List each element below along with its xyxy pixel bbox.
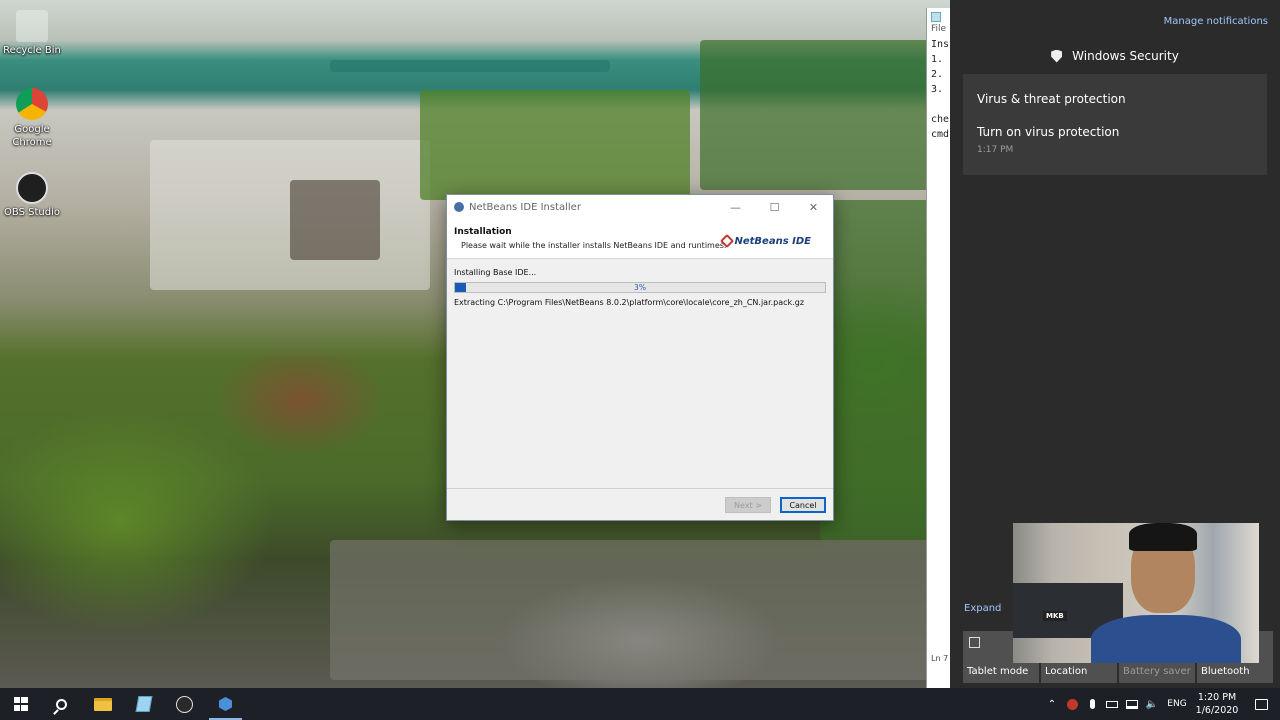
obs-icon — [16, 172, 48, 204]
clock-time: 1:20 PM — [1197, 692, 1237, 703]
notepad-icon — [135, 696, 152, 712]
notepad-status: Ln 7 — [931, 654, 949, 663]
desktop-icon-label: Google Chrome — [12, 124, 52, 148]
close-button[interactable]: ✕ — [794, 195, 833, 219]
tray-power-icon[interactable] — [1102, 688, 1122, 720]
obs-icon — [176, 695, 193, 713]
taskbar-clock[interactable]: 1:20 PM 1/6/2020 — [1192, 691, 1242, 717]
tray-security-icon[interactable] — [1062, 688, 1082, 720]
quick-action-label: Battery saver — [1123, 666, 1191, 677]
desktop-icon-google-chrome[interactable]: Google Chrome — [0, 88, 64, 149]
notification-icon — [1254, 698, 1268, 710]
netbeans-cube-icon — [719, 233, 734, 249]
folder-icon — [93, 697, 112, 711]
installer-titlebar[interactable]: NetBeans IDE Installer — ☐ ✕ — [447, 195, 833, 219]
windows-logo-icon — [13, 697, 28, 711]
close-icon: ✕ — [808, 200, 819, 214]
notification-body: Turn on virus protection — [977, 125, 1120, 139]
notification-app-name: Windows Security — [1072, 49, 1179, 63]
install-detail: Extracting C:\Program Files\NetBeans 8.0… — [454, 298, 805, 307]
taskbar-netbeans-installer[interactable] — [205, 688, 246, 720]
notepad-icon — [931, 12, 941, 22]
desktop-icon-obs-studio[interactable]: OBS Studio — [0, 172, 64, 218]
expand-quick-actions-link[interactable]: Expand — [964, 603, 1001, 614]
maximize-icon: ☐ — [769, 200, 780, 214]
shield-icon — [1051, 49, 1063, 63]
notepad-line: cmd — [931, 129, 950, 140]
chevron-up-icon: ⌃ — [1047, 698, 1057, 710]
notepad-line: 1. — [931, 54, 944, 65]
quick-action-label: Location — [1045, 666, 1088, 677]
notepad-line: 3. — [931, 84, 944, 95]
cancel-button[interactable]: Cancel — [780, 497, 826, 513]
notepad-window[interactable]: File Ins 1. 2. 3. che cmd Ln 7 — [926, 8, 950, 688]
chrome-icon — [16, 88, 48, 120]
tray-network-icon[interactable] — [1122, 688, 1142, 720]
installer-body: Installing Base IDE... 3% Extracting C:\… — [447, 259, 833, 486]
volume-icon: 🔈 — [1145, 698, 1159, 710]
notepad-line: 2. — [931, 69, 944, 80]
netbeans-logo-text: NetBeans IDE — [734, 235, 812, 247]
notepad-line: che — [931, 114, 950, 125]
installer-window[interactable]: NetBeans IDE Installer — ☐ ✕ Installatio… — [446, 194, 834, 521]
start-button[interactable] — [0, 688, 41, 720]
taskbar-file-explorer[interactable] — [82, 688, 123, 720]
tray-microphone-icon[interactable] — [1082, 688, 1102, 720]
manage-notifications-link[interactable]: Manage notifications — [1164, 16, 1268, 27]
taskbar: ⌃ 🔈 ENG 1:20 PM 1/6/2020 — [0, 688, 1280, 720]
installer-title: NetBeans IDE Installer — [469, 201, 581, 213]
notification-card[interactable]: Virus & threat protection Turn on virus … — [963, 74, 1267, 175]
system-tray: ⌃ 🔈 ENG 1:20 PM 1/6/2020 — [1042, 688, 1280, 720]
quick-action-label: Tablet mode — [967, 666, 1029, 677]
install-progress-bar: 3% — [454, 282, 826, 293]
minimize-button[interactable]: — — [716, 195, 755, 219]
install-status: Installing Base IDE... — [454, 268, 537, 277]
installer-header: Installation Please wait while the insta… — [447, 219, 833, 259]
webcam-person-hair — [1129, 523, 1197, 551]
quick-action-label: Bluetooth — [1201, 666, 1250, 677]
tablet-mode-icon — [969, 637, 980, 648]
notification-app-header: Windows Security — [950, 49, 1280, 63]
notification-title: Virus & threat protection — [977, 92, 1126, 106]
taskbar-obs-studio[interactable] — [164, 688, 205, 720]
notepad-menu-file[interactable]: File — [927, 22, 950, 37]
desktop-icon-recycle-bin[interactable]: Recycle Bin — [0, 10, 64, 56]
taskbar-notepad[interactable] — [123, 688, 164, 720]
notepad-line: Ins — [931, 39, 950, 50]
installer-app-icon — [219, 697, 232, 711]
action-center-button[interactable] — [1242, 688, 1280, 720]
minimize-icon: — — [730, 200, 741, 214]
microphone-icon — [1089, 699, 1095, 709]
clock-date: 1/6/2020 — [1195, 705, 1239, 716]
show-hidden-icons-button[interactable]: ⌃ — [1042, 688, 1062, 720]
tray-volume-icon[interactable]: 🔈 — [1142, 688, 1162, 720]
webcam-overlay: MKB — [1013, 523, 1259, 663]
notification-time: 1:17 PM — [977, 145, 1014, 155]
installer-footer: Next > Cancel — [447, 488, 833, 520]
install-progress-label: 3% — [634, 283, 646, 292]
notepad-line — [927, 97, 950, 112]
webcam-tag: MKB — [1043, 611, 1067, 621]
battery-icon — [1106, 700, 1118, 708]
security-warning-icon — [1066, 698, 1078, 710]
input-language-indicator[interactable]: ENG — [1162, 699, 1192, 709]
desktop-icon-label: OBS Studio — [4, 207, 60, 218]
maximize-button[interactable]: ☐ — [755, 195, 794, 219]
netbeans-logo: NetBeans IDE — [719, 233, 812, 249]
desktop-icon-label: Recycle Bin — [3, 45, 61, 56]
network-icon — [1126, 699, 1138, 709]
netbeans-app-icon — [454, 202, 464, 212]
next-button[interactable]: Next > — [725, 497, 771, 513]
taskbar-search-button[interactable] — [41, 688, 82, 720]
search-icon — [56, 698, 67, 710]
recycle-bin-icon — [16, 10, 48, 42]
webcam-person-shirt — [1091, 615, 1241, 663]
